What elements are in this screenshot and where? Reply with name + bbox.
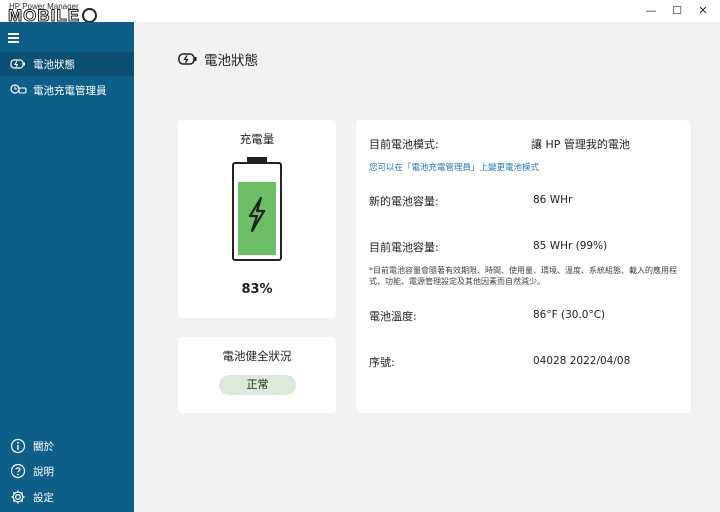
current-capacity-label: 目前電池容量: [369, 241, 439, 254]
sidebar-item-settings[interactable]: 設定 [0, 486, 134, 508]
hamburger-menu-icon[interactable] [8, 33, 19, 45]
temperature-value: 86°F (30.0°C) [533, 309, 606, 321]
new-capacity-label: 新的電池容量: [369, 195, 439, 208]
capacity-note: *目前電池容量會隨著有效期限、時間、使用量、環境、溫度、系統組態、載入的應用程式… [369, 266, 677, 286]
sidebar-item-label: 說明 [33, 466, 54, 478]
gear-icon [11, 490, 25, 504]
charge-title: 充電量 [239, 132, 275, 146]
minimize-button[interactable]: — [638, 0, 664, 22]
battery-charge-manager-icon [10, 84, 27, 94]
sidebar-item-label: 電池狀態 [33, 59, 75, 71]
sidebar-item-label: 電池充電管理員 [33, 85, 107, 97]
battery-status-icon [10, 59, 25, 69]
charge-level-card: 充電量 83% [178, 120, 336, 318]
info-icon [10, 438, 26, 454]
sidebar: 電池狀態 電池充電管理員 關於 說明 設定 [0, 22, 134, 512]
sidebar-item-about[interactable]: 關於 [0, 435, 134, 457]
battery-status-icon [178, 53, 197, 65]
battery-mode-label: 目前電池模式: [369, 138, 439, 151]
temperature-label: 電池溫度: [369, 310, 417, 323]
sidebar-item-charge-manager[interactable]: 電池充電管理員 [0, 78, 134, 102]
serial-label: 序號: [369, 356, 395, 369]
serial-value: 04028 2022/04/08 [533, 355, 631, 367]
maximize-button[interactable]: ☐ [664, 0, 690, 22]
sidebar-item-battery-status[interactable]: 電池狀態 [0, 52, 134, 76]
page-title: 電池狀態 [204, 53, 258, 69]
health-title: 電池健全狀況 [222, 349, 292, 363]
help-icon [10, 463, 26, 479]
current-capacity-value: 85 WHr (99%) [533, 240, 608, 252]
close-button[interactable]: ✕ [690, 0, 716, 22]
battery-health-card: 電池健全狀況 正常 [178, 337, 336, 413]
battery-level-graphic [232, 157, 282, 261]
sidebar-item-label: 關於 [33, 441, 54, 453]
battery-info-card: 目前電池模式: 讓 HP 管理我的電池 您可以在「電池充電管理員」上變更電池模式… [356, 120, 691, 413]
health-status-badge: 正常 [219, 375, 296, 395]
battery-mode-value: 讓 HP 管理我的電池 [531, 138, 630, 151]
sidebar-item-label: 設定 [33, 492, 54, 504]
new-capacity-value: 86 WHr [533, 194, 573, 206]
sidebar-item-help[interactable]: 說明 [0, 460, 134, 482]
title-bar: HP Power Manager MOBILE — ☐ ✕ [0, 0, 720, 26]
charge-percentage: 83% [241, 282, 273, 297]
charge-manager-link[interactable]: 您可以在「電池充電管理員」上變更電池模式 [369, 161, 539, 173]
